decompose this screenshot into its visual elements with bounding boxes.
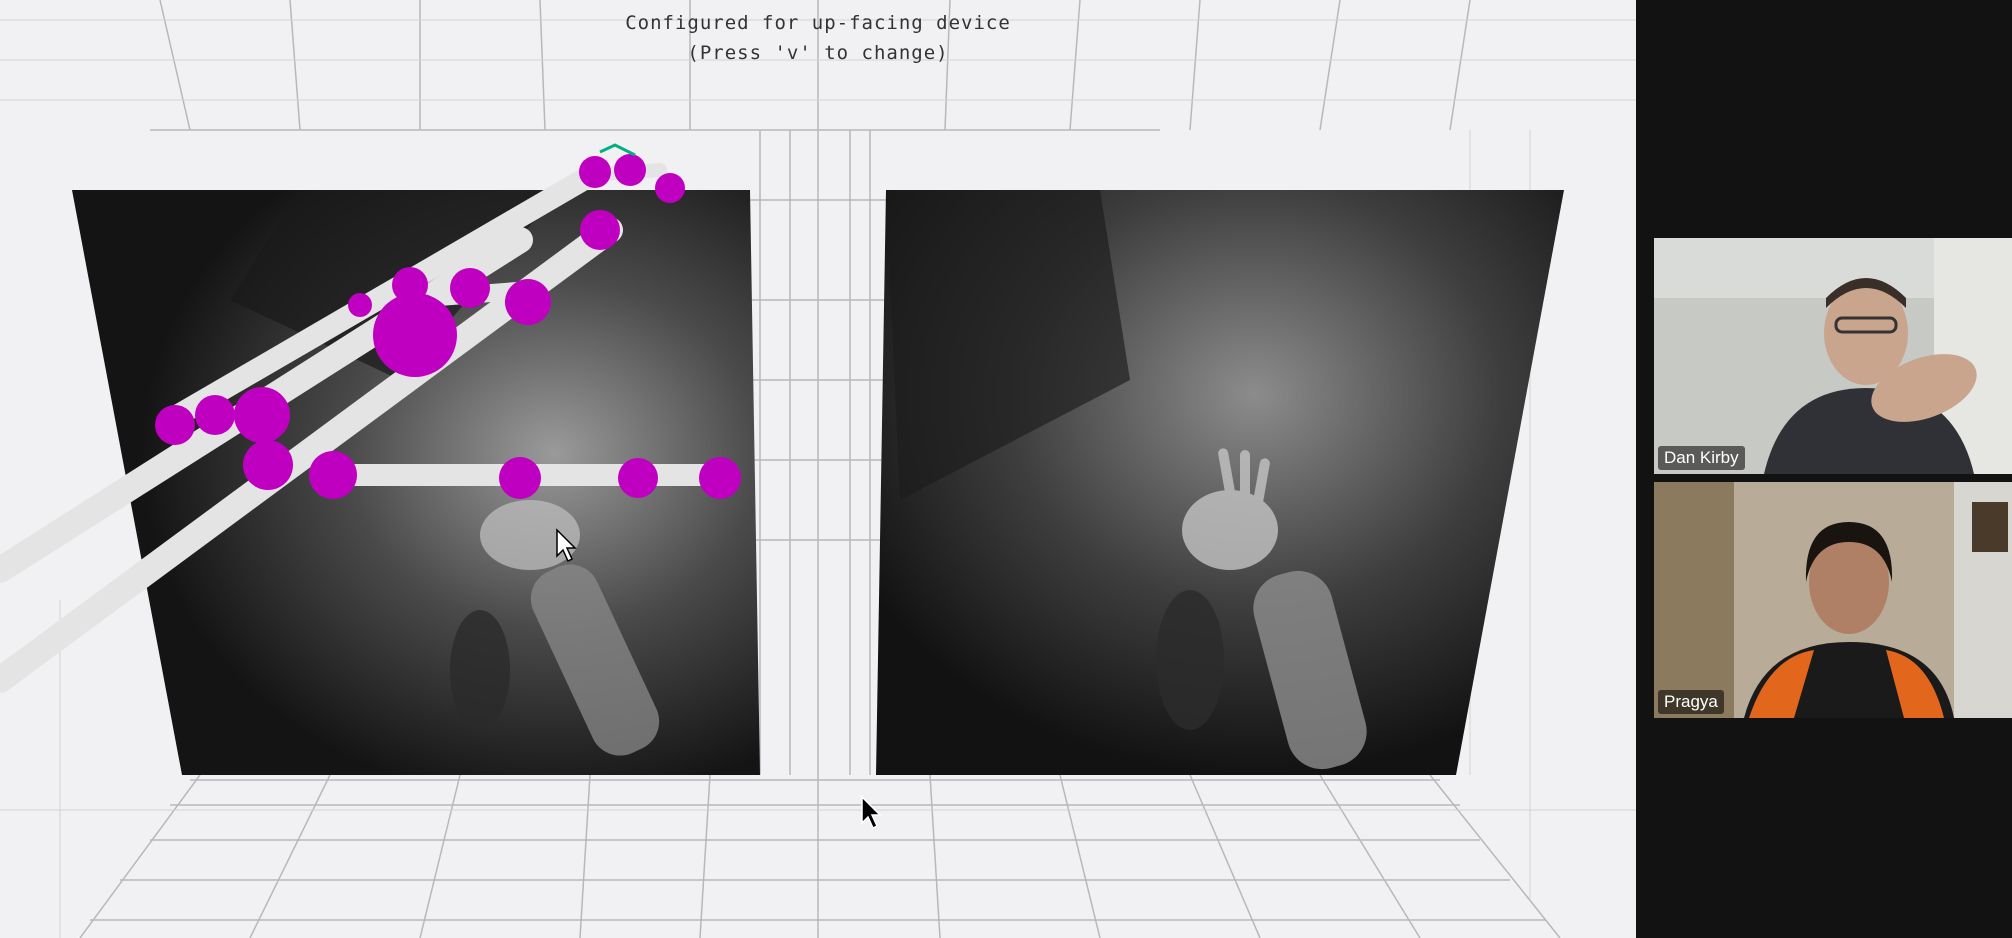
participant-tile-pragya[interactable]: Pragya <box>1654 482 2012 718</box>
participant-name: Dan Kirby <box>1658 446 1745 470</box>
arrow-cursor-icon <box>556 528 882 830</box>
participant-tile-dan-kirby[interactable]: Dan Kirby <box>1654 238 2012 474</box>
participant-video <box>1654 238 2012 474</box>
video-call-sidebar: Dan Kirby Pragya <box>1636 0 2012 938</box>
leap-motion-visualizer[interactable]: Configured for up-facing device (Press '… <box>0 0 1636 938</box>
participant-name: Pragya <box>1658 690 1724 714</box>
participant-video <box>1654 482 2012 718</box>
